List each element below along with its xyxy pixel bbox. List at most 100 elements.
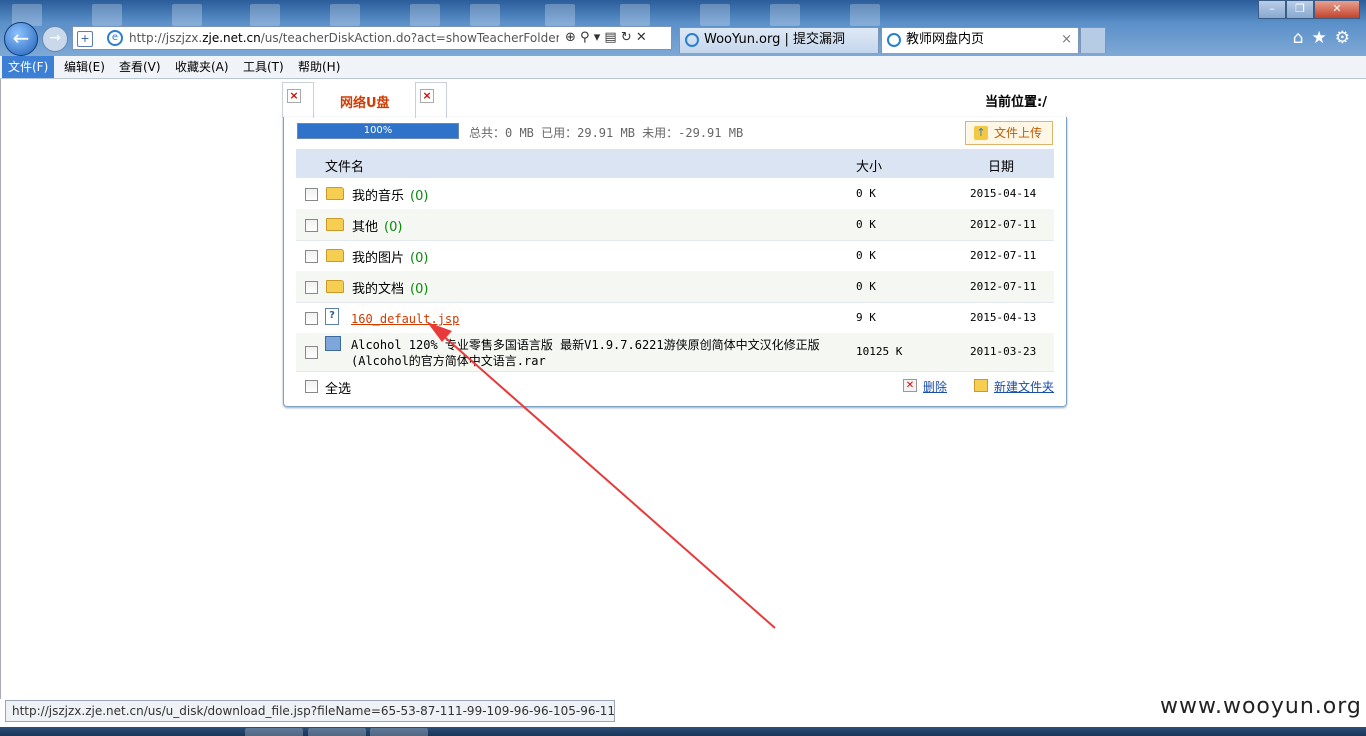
folder-link[interactable]: 我的图片 (0) <box>352 247 428 266</box>
file-size: 0 K <box>856 218 876 231</box>
panel-left-tab-corner: × <box>282 82 314 118</box>
dropdown-icon[interactable]: ▾ <box>594 30 601 45</box>
select-all-checkbox[interactable] <box>305 380 318 393</box>
menu-tools[interactable]: 工具(T) <box>237 56 290 78</box>
home-icon[interactable]: ⌂ <box>1293 28 1312 48</box>
row-checkbox[interactable] <box>305 219 318 232</box>
upload-button[interactable]: ↑ 文件上传 <box>965 121 1053 145</box>
file-size: 9 K <box>856 311 876 324</box>
usage-text: 总共：0 MB 已用：29.91 MB 未用：-29.91 MB <box>469 126 744 140</box>
close-button[interactable]: ✕ <box>1314 0 1360 19</box>
menu-favorites[interactable]: 收藏夹(A) <box>169 56 235 78</box>
broken-image-icon: × <box>420 89 434 103</box>
windows-taskbar <box>0 727 1366 736</box>
row-checkbox[interactable] <box>305 188 318 201</box>
row-checkbox[interactable] <box>305 312 318 325</box>
taskbar-item[interactable] <box>245 728 303 736</box>
col-name: 文件名 <box>325 160 365 175</box>
status-bar-url: http://jszjzx.zje.net.cn/us/u_disk/downl… <box>5 700 615 722</box>
col-size: 大小 <box>856 160 883 175</box>
file-size: 0 K <box>856 280 876 293</box>
delete-icon: ✕ <box>903 379 917 392</box>
search-icon[interactable]: ⚲ <box>580 30 590 45</box>
file-date: 2015-04-14 <box>970 187 1037 200</box>
maximize-button[interactable]: ❐ <box>1286 0 1314 19</box>
table-row: 我的文档 (0) 0 K 2012-07-11 <box>296 271 1054 303</box>
archive-file-icon <box>325 336 341 351</box>
browser-tool-icons: ⌂★⚙ <box>1293 28 1358 48</box>
minimize-button[interactable]: – <box>1258 0 1286 19</box>
delete-button[interactable]: ✕ 删除 <box>903 378 947 395</box>
favorites-star-icon[interactable]: ★ <box>1312 28 1335 48</box>
browser-titlebar: ← → + e http://jszjzx.zje.net.cn/us/teac… <box>0 0 1366 56</box>
disk-tab-title[interactable]: 网络U盘 <box>340 92 390 111</box>
watermark: www.wooyun.org <box>1160 694 1362 719</box>
menu-edit[interactable]: 编辑(E) <box>58 56 111 78</box>
select-all-label: 全选 <box>325 382 352 397</box>
refresh-icon[interactable]: ↻ <box>621 30 632 45</box>
folder-link[interactable]: 其他 (0) <box>352 216 402 235</box>
table-row: ? 160_default.jsp 9 K 2015-04-13 <box>296 302 1054 334</box>
row-checkbox[interactable] <box>305 250 318 263</box>
broken-image-icon: × <box>287 89 301 103</box>
panel-right-tab-corner: × <box>415 82 447 118</box>
folder-icon <box>326 218 344 231</box>
tab-teacher-disk[interactable]: 教师网盘内页 × <box>881 27 1079 53</box>
file-date: 2011-03-23 <box>970 345 1037 358</box>
folder-link[interactable]: 我的文档 (0) <box>352 278 428 297</box>
new-folder-icon <box>974 379 988 392</box>
address-url[interactable]: http://jszjzx.zje.net.cn/us/teacherDiskA… <box>129 31 559 45</box>
current-location: 当前位置:/ <box>985 95 1047 110</box>
row-checkbox[interactable] <box>305 281 318 294</box>
file-size: 0 K <box>856 249 876 262</box>
file-size: 10125 K <box>856 345 903 358</box>
address-bar[interactable]: + e http://jszjzx.zje.net.cn/us/teacherD… <box>72 26 672 50</box>
file-date: 2012-07-11 <box>970 280 1037 293</box>
compat-icon[interactable]: ⊕ <box>565 30 576 45</box>
file-date: 2012-07-11 <box>970 249 1037 262</box>
folder-icon <box>326 280 344 293</box>
forward-button[interactable]: → <box>42 26 68 52</box>
menu-bar: 文件(F) 编辑(E) 查看(V) 收藏夹(A) 工具(T) 帮助(H) <box>0 56 1366 79</box>
col-date: 日期 <box>988 160 1015 175</box>
row-checkbox[interactable] <box>305 346 318 359</box>
ie-page-icon: e <box>107 30 123 46</box>
menu-view[interactable]: 查看(V) <box>113 56 167 78</box>
table-row: Alcohol 120% 专业零售多国语言版 最新V1.9.7.6221游侠原创… <box>296 333 1054 372</box>
file-date: 2012-07-11 <box>970 218 1037 231</box>
upload-icon: ↑ <box>974 126 988 140</box>
table-row: 我的音乐 (0) 0 K 2015-04-14 <box>296 178 1054 210</box>
tab-wooyun[interactable]: WooYun.org | 提交漏洞 <box>679 27 879 53</box>
window-controls: – ❐ ✕ <box>1258 0 1360 19</box>
gear-icon[interactable]: ⚙ <box>1335 28 1358 48</box>
ie-tab-icon <box>685 33 699 47</box>
jsp-file-link[interactable]: 160_default.jsp <box>351 312 459 326</box>
forward-arrow-icon: → <box>49 30 61 46</box>
stop-icon[interactable]: ✕ <box>636 30 647 45</box>
upload-label: 文件上传 <box>994 126 1043 140</box>
file-size: 0 K <box>856 187 876 200</box>
rar-file-link[interactable]: Alcohol 120% 专业零售多国语言版 最新V1.9.7.6221游侠原创… <box>351 337 851 369</box>
folder-link[interactable]: 我的音乐 (0) <box>352 185 428 204</box>
folder-icon <box>326 187 344 200</box>
table-row: 其他 (0) 0 K 2012-07-11 <box>296 209 1054 241</box>
compat-view-icon[interactable]: ▤ <box>604 30 616 45</box>
file-date: 2015-04-13 <box>970 311 1037 324</box>
tab-title: WooYun.org | 提交漏洞 <box>704 32 846 47</box>
taskbar-item[interactable] <box>308 728 366 736</box>
new-folder-button[interactable]: 新建文件夹 <box>974 378 1054 395</box>
folder-icon <box>326 249 344 262</box>
taskbar-item[interactable] <box>370 728 428 736</box>
back-button[interactable]: ← <box>4 22 38 56</box>
menu-help[interactable]: 帮助(H) <box>292 56 346 78</box>
tab-close-icon[interactable]: × <box>1061 28 1072 52</box>
unknown-file-icon: ? <box>325 308 339 325</box>
back-arrow-icon: ← <box>12 26 30 50</box>
address-tools[interactable]: ⊕ ⚲ ▾ ▤ ↻ ✕ <box>565 30 647 45</box>
ie-tab-icon <box>887 33 901 47</box>
new-tab-button[interactable] <box>1080 27 1106 53</box>
table-footer: 全选 ✕ 删除 新建文件夹 <box>296 371 1054 399</box>
tab-title: 教师网盘内页 <box>906 32 985 47</box>
add-favorite-icon[interactable]: + <box>77 31 93 47</box>
menu-file[interactable]: 文件(F) <box>2 56 55 78</box>
